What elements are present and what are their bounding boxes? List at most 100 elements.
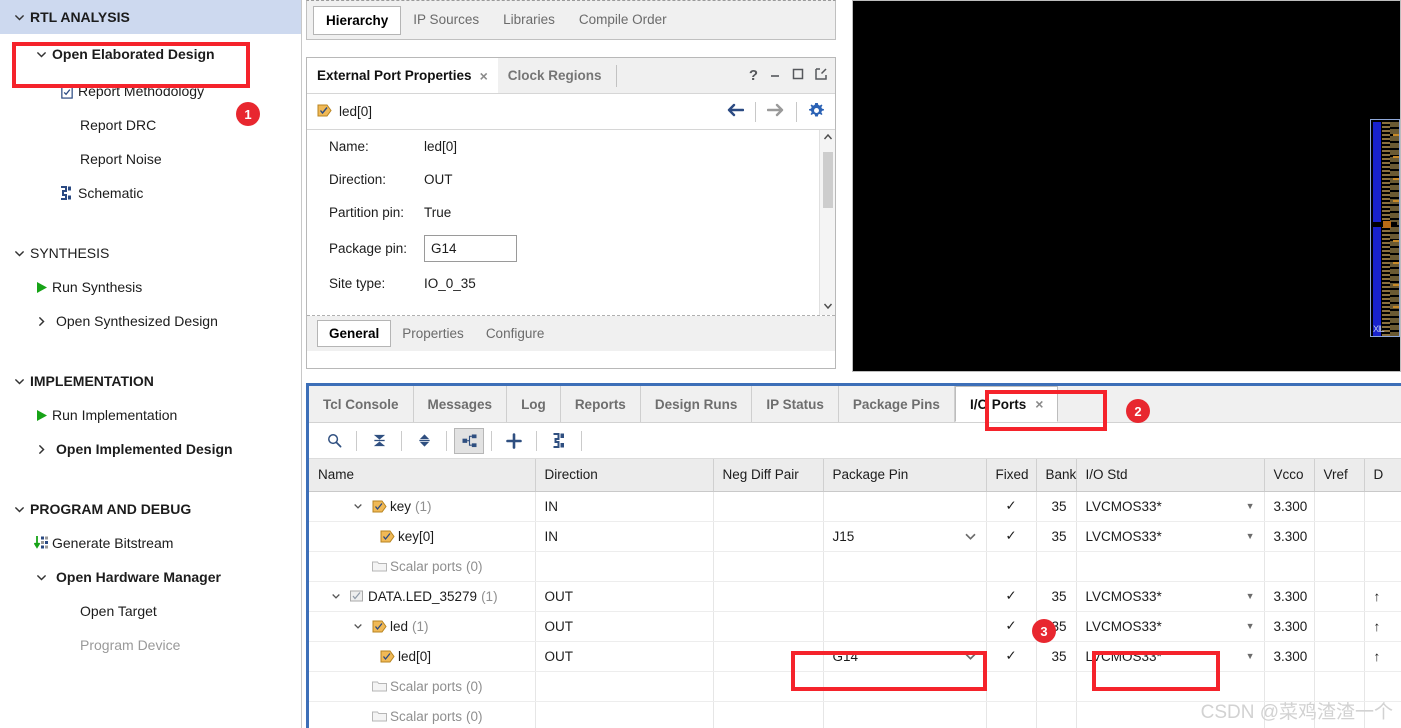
cell-fixed[interactable] (986, 671, 1037, 702)
chevron-down-icon[interactable] (964, 649, 977, 664)
minimize-icon[interactable] (769, 68, 781, 83)
table-row[interactable]: Scalar ports (0) (309, 551, 1401, 582)
sidebar-item-open-hardware-manager[interactable]: Open Hardware Manager (0, 560, 301, 594)
close-icon[interactable]: × (480, 68, 488, 84)
cell-package-pin[interactable] (823, 581, 987, 612)
table-row[interactable]: key (1) IN ✓ 35 LVCMOS33* ▼ 3.300 (309, 491, 1401, 522)
table-row[interactable]: led[0] OUT G14 ✓ 35 LVCMOS33* ▼ 3.300 ↑ (309, 641, 1401, 672)
cell-fixed[interactable]: ✓ (986, 581, 1037, 612)
cell-name[interactable]: Scalar ports (0) (309, 701, 536, 728)
col-drive[interactable]: D (1364, 459, 1401, 492)
cell-io-std[interactable] (1076, 671, 1265, 702)
cell-name[interactable]: key[0] (309, 521, 536, 552)
cell-fixed[interactable]: ✓ (986, 641, 1037, 672)
sidebar-section-rtl-analysis[interactable]: RTL ANALYSIS (0, 0, 301, 34)
col-package-pin[interactable]: Package Pin (823, 459, 987, 492)
tab-messages[interactable]: Messages (414, 386, 508, 422)
tab-general[interactable]: General (317, 320, 392, 347)
cell-name[interactable]: led[0] (309, 641, 536, 672)
col-vref[interactable]: Vref (1314, 459, 1365, 492)
chevron-down-icon[interactable] (30, 49, 52, 60)
cell-package-pin[interactable] (823, 701, 987, 728)
cell-name[interactable]: Scalar ports (0) (309, 551, 536, 582)
cell-io-std[interactable] (1076, 701, 1265, 728)
table-row[interactable]: Scalar ports (0) (309, 671, 1401, 702)
chevron-down-icon[interactable] (348, 621, 368, 631)
cell-io-std[interactable]: LVCMOS33* ▼ (1076, 611, 1265, 642)
sidebar-item-open-implemented-design[interactable]: Open Implemented Design (0, 432, 301, 466)
col-io-std[interactable]: I/O Std (1076, 459, 1265, 492)
sidebar-item-run-implementation[interactable]: Run Implementation (0, 398, 301, 432)
close-icon[interactable]: × (1035, 396, 1043, 412)
tab-reports[interactable]: Reports (561, 386, 641, 422)
search-icon[interactable] (319, 428, 349, 454)
cell-package-pin[interactable]: J15 (823, 521, 987, 552)
cell-package-pin[interactable] (823, 551, 987, 582)
tab-ip-status[interactable]: IP Status (752, 386, 839, 422)
scroll-down-icon[interactable] (823, 299, 833, 315)
sidebar-item-report-noise[interactable]: Report Noise (0, 142, 301, 176)
cell-io-std[interactable]: LVCMOS33* ▼ (1076, 581, 1265, 612)
package-pin-input[interactable]: G14 (424, 234, 517, 262)
chevron-down-icon[interactable]: ▼ (1246, 501, 1255, 511)
tab-properties[interactable]: Properties (391, 321, 475, 346)
chevron-down-icon[interactable] (8, 248, 30, 259)
chevron-down-icon[interactable] (8, 376, 30, 387)
scrollbar-thumb[interactable] (823, 152, 833, 208)
cell-fixed[interactable]: ✓ (986, 521, 1037, 552)
sidebar-section-implementation[interactable]: IMPLEMENTATION (0, 364, 301, 398)
tab-external-port-properties[interactable]: External Port Properties × (307, 58, 498, 93)
tab-compile-order[interactable]: Compile Order (567, 6, 679, 33)
cell-package-pin[interactable] (823, 611, 987, 642)
cell-io-std[interactable] (1076, 551, 1265, 582)
expand-all-icon[interactable] (409, 428, 439, 454)
cell-package-pin[interactable] (823, 491, 987, 522)
sidebar-item-open-elaborated-design[interactable]: Open Elaborated Design (0, 34, 301, 74)
cell-name[interactable]: DATA.LED_35279 (1) (309, 581, 536, 612)
chevron-down-icon[interactable] (348, 501, 368, 511)
chevron-right-icon[interactable] (30, 444, 52, 455)
col-name[interactable]: Name (309, 459, 536, 492)
sidebar-item-open-synthesized-design[interactable]: Open Synthesized Design (0, 304, 301, 338)
sidebar-section-program-and-debug[interactable]: PROGRAM AND DEBUG (0, 492, 301, 526)
collapse-all-icon[interactable] (364, 428, 394, 454)
chevron-down-icon[interactable] (8, 504, 30, 515)
sidebar-item-schematic[interactable]: Schematic (0, 176, 301, 210)
chevron-down-icon[interactable] (964, 529, 977, 544)
sidebar-section-synthesis[interactable]: SYNTHESIS (0, 236, 301, 270)
cell-io-std[interactable]: LVCMOS33* ▼ (1076, 641, 1265, 672)
chevron-down-icon[interactable] (30, 572, 52, 583)
sidebar-item-report-methodology[interactable]: Report Methodology (0, 74, 301, 108)
chevron-down-icon[interactable]: ▼ (1246, 591, 1255, 601)
chevron-down-icon[interactable] (326, 591, 346, 601)
chevron-right-icon[interactable] (30, 316, 52, 327)
sidebar-item-generate-bitstream[interactable]: Generate Bitstream (0, 526, 301, 560)
device-view[interactable]: XIL (852, 0, 1401, 372)
col-fixed[interactable]: Fixed (986, 459, 1037, 492)
cell-fixed[interactable] (986, 551, 1037, 582)
table-row[interactable]: DATA.LED_35279 (1) OUT ✓ 35 LVCMOS33* ▼ 3… (309, 581, 1401, 612)
tab-clock-regions[interactable]: Clock Regions (498, 58, 612, 93)
chevron-down-icon[interactable] (8, 12, 30, 23)
epp-vertical-scrollbar[interactable] (819, 130, 835, 315)
tab-io-ports[interactable]: I/O Ports × (954, 386, 1059, 422)
cell-name[interactable]: key (1) (309, 491, 536, 522)
help-icon[interactable]: ? (749, 67, 758, 84)
cell-name[interactable]: Scalar ports (0) (309, 671, 536, 702)
table-row[interactable]: key[0] IN J15 ✓ 35 LVCMOS33* ▼ 3.300 (309, 521, 1401, 552)
maximize-icon[interactable] (792, 68, 804, 83)
back-arrow-icon[interactable] (726, 103, 745, 120)
cell-io-std[interactable]: LVCMOS33* ▼ (1076, 521, 1265, 552)
chevron-down-icon[interactable]: ▼ (1246, 621, 1255, 631)
chevron-down-icon[interactable]: ▼ (1246, 531, 1255, 541)
tab-design-runs[interactable]: Design Runs (641, 386, 753, 422)
gear-icon[interactable] (808, 102, 825, 122)
tab-configure[interactable]: Configure (475, 321, 556, 346)
cell-package-pin[interactable]: G14 (823, 641, 987, 672)
sidebar-item-open-target[interactable]: Open Target (0, 594, 301, 628)
col-vcco[interactable]: Vcco (1264, 459, 1315, 492)
col-bank[interactable]: Bank (1036, 459, 1077, 492)
tab-package-pins[interactable]: Package Pins (839, 386, 955, 422)
sidebar-item-run-synthesis[interactable]: Run Synthesis (0, 270, 301, 304)
cell-fixed[interactable]: ✓ (986, 491, 1037, 522)
